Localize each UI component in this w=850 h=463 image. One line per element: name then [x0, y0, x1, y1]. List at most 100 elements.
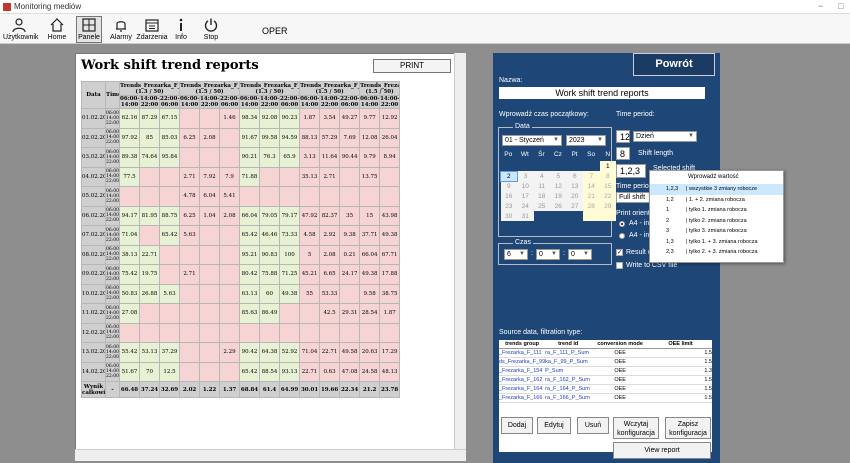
source-row[interactable]: _Frezarka_F_111 ra_F_111_P_Sum OEE 1.5 — [499, 348, 712, 358]
value-cell — [199, 283, 221, 304]
total-cell: 1.37 — [219, 381, 241, 398]
calendar-day[interactable]: 18 — [533, 191, 550, 201]
report-name-input[interactable]: Work shift trend reports — [499, 87, 705, 99]
weekday-label: Cz — [553, 150, 562, 158]
minute-select[interactable]: 0 ▼ — [536, 249, 560, 260]
calendar-day[interactable]: 17 — [517, 191, 534, 201]
source-cell: OEE — [591, 348, 650, 358]
value-cell: 17.29 — [379, 342, 401, 363]
weekday-label: Wt — [520, 150, 529, 158]
calendar-day — [567, 161, 584, 171]
shift-option[interactable]: 3 | tylko 3. zmiana robocza — [650, 226, 783, 237]
calendar-day[interactable]: 2 — [500, 170, 518, 182]
source-row[interactable]: ds_Frezarka_F_99 ka_F_99_P_Sum OEE 1.5 — [499, 357, 712, 367]
second-select[interactable]: 0 ▼ — [568, 249, 592, 260]
source-row[interactable]: _Frezarka_F_164 ra_F_164_P_Sum OEE 1.5 — [499, 384, 712, 394]
value-cell: 20.63 — [359, 342, 381, 363]
date-cell: 13.02.2023 — [81, 342, 106, 363]
user-button[interactable]: Użytkownik — [3, 17, 39, 41]
shift-option[interactable]: 2 | tylko 2. zmiana robocza — [650, 216, 783, 227]
load-config-button[interactable]: Wczytaj konfiguracja — [613, 417, 659, 439]
result-checkbox[interactable]: ✓ — [616, 249, 623, 256]
period-unit-select[interactable]: Dzień ▼ — [633, 131, 697, 142]
shift-length-input[interactable]: 8 — [616, 147, 630, 160]
shift-option[interactable]: 1 | tylko 1. zmiana robocza — [650, 205, 783, 216]
calendar-day[interactable]: 5 — [550, 171, 567, 181]
value-cell: 64.38 — [259, 342, 281, 363]
source-row[interactable]: _Frezarka_F_162 ra_F_162_P_Sum OEE 1.5 — [499, 375, 712, 385]
view-report-button[interactable]: View report — [613, 442, 711, 459]
calendar-day[interactable]: 28 — [583, 201, 600, 211]
total-cell: 21.2 — [359, 381, 381, 398]
a4-option-1-radio[interactable] — [619, 221, 625, 227]
calendar-day[interactable]: 21 — [583, 191, 600, 201]
home-button[interactable]: Home — [44, 17, 70, 41]
time-cell: 06:00, 14:00, 22:00 — [105, 303, 120, 324]
source-cell: ra_F_164_P_Sum — [545, 384, 592, 394]
shift-option[interactable]: 1,2 | 1. + 2. zmiana robocza — [650, 195, 783, 206]
period-number-input[interactable]: 12 — [616, 130, 630, 143]
month-select[interactable]: 01 - Styczeń ▼ — [502, 135, 562, 146]
report-vertical-scrollbar[interactable] — [454, 53, 466, 449]
print-button[interactable]: PRINT — [373, 59, 451, 73]
events-button[interactable]: Zdarzenia — [136, 17, 168, 41]
calendar-day[interactable]: 4 — [533, 171, 550, 181]
calendar-day[interactable]: 10 — [517, 181, 534, 191]
panels-button[interactable]: Panele — [76, 16, 102, 43]
calendar-day[interactable]: 27 — [566, 201, 583, 211]
value-cell: 48.13 — [379, 361, 401, 382]
value-cell: 95.21 — [239, 244, 261, 265]
source-row[interactable]: _Frezarka_F_154 P_Sum OEE 1.3 — [499, 366, 712, 376]
value-cell: 2.08 — [219, 205, 241, 226]
calendar-day[interactable]: 3 — [517, 171, 534, 181]
shift-option[interactable]: 1,3 | tylko 1. + 3. zmiana robocza — [650, 237, 783, 248]
calendar-day[interactable]: 12 — [550, 181, 567, 191]
calendar-day[interactable]: 7 — [583, 171, 600, 181]
calendar-day[interactable]: 25 — [533, 201, 550, 211]
source-cell: OEE — [591, 366, 650, 376]
alarms-button[interactable]: Alarmy — [108, 17, 134, 41]
calendar-day[interactable]: 11 — [533, 181, 550, 191]
stop-button[interactable]: Stop — [201, 17, 221, 41]
calendar-day[interactable]: 26 — [550, 201, 567, 211]
maximize-button[interactable]: □ — [838, 1, 843, 11]
calendar-day[interactable]: 6 — [566, 171, 583, 181]
shift-option[interactable]: 2,3 | tylko 2. + 3. zmiana robocza — [650, 247, 783, 258]
a4-option-2-radio[interactable] — [619, 233, 625, 239]
selected-shift-input[interactable]: 1,2,3 — [616, 164, 646, 178]
calendar-day[interactable]: 8 — [599, 171, 616, 181]
calendar-day[interactable]: 15 — [599, 181, 616, 191]
hour-select[interactable]: 6 ▼ — [504, 249, 528, 260]
user-button-label: Użytkownik — [3, 34, 39, 41]
calendar-day[interactable]: 13 — [566, 181, 583, 191]
calendar-day[interactable]: 16 — [500, 191, 517, 201]
value-cell: 46.46 — [259, 225, 281, 246]
calendar-day[interactable]: 24 — [517, 201, 534, 211]
info-button[interactable]: Info — [171, 17, 191, 41]
save-config-button[interactable]: Zapisz konfiguracja — [665, 417, 711, 439]
calendar-day[interactable]: 31 — [517, 211, 534, 221]
shift-option[interactable]: 1,2,3 | wszystkie 3 zmiany robocze — [650, 184, 783, 195]
year-select[interactable]: 2023 ▼ — [566, 135, 606, 146]
calendar-day[interactable]: 9 — [500, 181, 517, 191]
value-cell — [359, 322, 381, 343]
add-button[interactable]: Dodaj — [501, 417, 533, 434]
value-cell — [279, 322, 301, 343]
calendar-day[interactable]: 30 — [500, 211, 517, 221]
source-row[interactable]: _Frezarka_F_166 ra_F_166_P_Sum OEE 1.5 — [499, 393, 712, 403]
csv-checkbox[interactable] — [616, 262, 623, 269]
calendar-day[interactable]: 23 — [500, 201, 517, 211]
source-data-label: Source data, filtration type: — [499, 329, 583, 336]
report-horizontal-scrollbar[interactable] — [75, 449, 466, 461]
calendar-day[interactable]: 14 — [583, 181, 600, 191]
delete-button[interactable]: Usuń — [577, 417, 609, 434]
calendar-day[interactable]: 29 — [599, 201, 616, 211]
calendar-day[interactable]: 20 — [566, 191, 583, 201]
calendar-day[interactable]: 22 — [599, 191, 616, 201]
back-button[interactable]: Powrót — [633, 53, 715, 76]
calendar-day[interactable]: 1 — [599, 161, 616, 171]
minimize-button[interactable]: − — [818, 1, 823, 11]
edit-button[interactable]: Edytuj — [537, 417, 571, 434]
value-cell: 90.21 — [239, 147, 261, 168]
calendar-day[interactable]: 19 — [550, 191, 567, 201]
